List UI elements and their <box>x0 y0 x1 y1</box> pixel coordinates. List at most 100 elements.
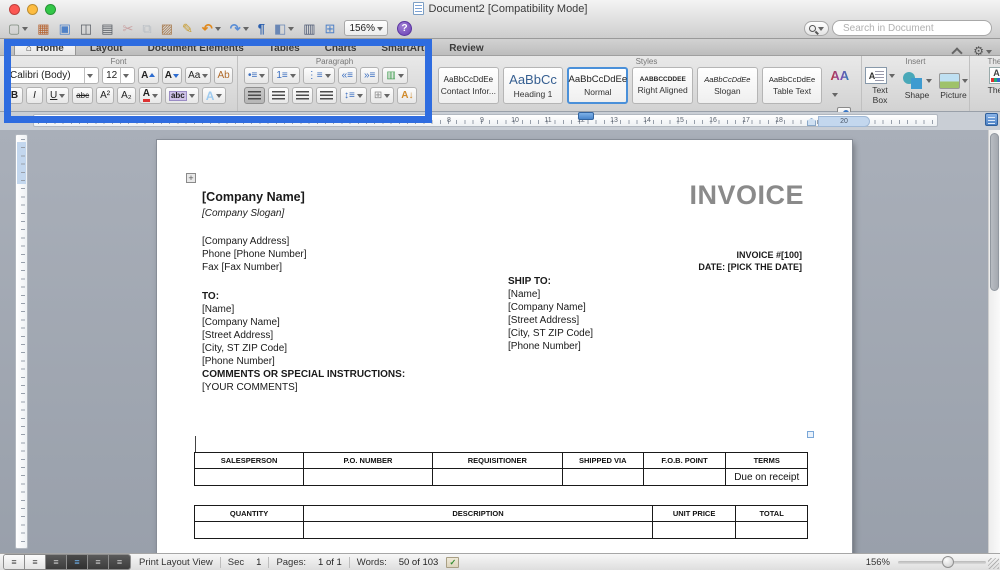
col-salesperson[interactable]: SALESPERSON <box>195 453 304 469</box>
styles-pane-caret-icon[interactable] <box>832 93 838 100</box>
zoom-slider-thumb[interactable] <box>942 556 954 568</box>
focus-view-button[interactable]: ≡ <box>109 555 130 569</box>
font-name-caret-icon[interactable] <box>84 68 95 83</box>
new-document-caret-icon[interactable] <box>22 27 28 34</box>
tab-charts[interactable]: Charts <box>314 41 368 55</box>
share-button[interactable]: ⊞ <box>325 22 336 35</box>
underline-caret-icon[interactable] <box>59 94 65 101</box>
col-po-number[interactable]: P.O. NUMBER <box>304 453 433 469</box>
ship-to-line[interactable]: [Name] <box>508 288 593 301</box>
col-description[interactable]: DESCRIPTION <box>304 506 653 522</box>
increase-indent-button[interactable]: »≡ <box>360 67 379 84</box>
tab-layout[interactable]: Layout <box>79 41 134 55</box>
words-value[interactable]: 50 of 103 <box>399 557 439 568</box>
shape-caret-icon[interactable] <box>926 79 932 86</box>
col-fob-point[interactable]: F.O.B. POINT <box>643 453 726 469</box>
borders-button[interactable]: ⊞ <box>370 87 394 104</box>
columns-caret-icon[interactable] <box>398 74 404 81</box>
ship-to-line[interactable]: [Street Address] <box>508 314 593 327</box>
gear-caret-icon[interactable] <box>986 50 992 57</box>
style-slogan[interactable]: AaBbCcDdEeSlogan <box>697 67 758 104</box>
tab-review[interactable]: Review <box>438 41 494 55</box>
line-spacing-button[interactable]: ↕≡ <box>340 87 367 104</box>
company-address-block[interactable]: [Company Address] Phone [Phone Number] F… <box>202 235 307 274</box>
text-effects-button[interactable]: A <box>202 87 227 104</box>
invoice-title[interactable]: INVOICE <box>689 180 804 211</box>
cell-quantity[interactable] <box>195 522 304 539</box>
ship-to-line[interactable]: [Phone Number] <box>508 340 593 353</box>
text-box-caret-icon[interactable] <box>889 74 895 81</box>
multilevel-caret-icon[interactable] <box>325 74 331 81</box>
ribbon-settings-button[interactable]: ⚙ <box>973 42 992 60</box>
font-size-caret-icon[interactable] <box>120 68 131 83</box>
subscript-button[interactable]: A₂ <box>117 87 136 104</box>
horizontal-ruler[interactable]: 8 9 10 11 12 13 14 15 16 17 18 20 <box>33 114 938 127</box>
strikethrough-button[interactable]: abc <box>72 87 93 104</box>
cell-total[interactable] <box>736 522 808 539</box>
table-selection-handle[interactable] <box>807 431 814 438</box>
col-unit-price[interactable]: UNIT PRICE <box>652 506 735 522</box>
collapse-ribbon-button[interactable] <box>952 47 963 58</box>
underline-button[interactable]: U <box>46 87 69 104</box>
col-shipped-via[interactable]: SHIPPED VIA <box>562 453 643 469</box>
numbering-button[interactable]: 1≡ <box>272 67 299 84</box>
style-normal[interactable]: AaBbCcDdEeNormal <box>567 67 628 104</box>
to-line[interactable]: [City, ST ZIP Code] <box>202 342 405 355</box>
ship-to-block[interactable]: SHIP TO: [Name] [Company Name] [Street A… <box>508 275 593 353</box>
open-button[interactable]: ▣ <box>59 22 71 35</box>
zoom-control[interactable]: 156% <box>344 20 388 36</box>
change-case-button[interactable]: Aa <box>185 67 211 84</box>
cell-unit-price[interactable] <box>652 522 735 539</box>
sort-button[interactable]: A↓ <box>397 87 417 104</box>
style-heading-1[interactable]: AaBbCcHeading 1 <box>503 67 564 104</box>
resize-grip[interactable] <box>988 558 999 569</box>
picture-button[interactable]: Picture <box>939 73 968 100</box>
zoom-window-button[interactable] <box>45 4 56 15</box>
multilevel-list-button[interactable]: ⋮≡ <box>303 67 335 84</box>
col-total[interactable]: TOTAL <box>736 506 808 522</box>
search-caret-icon[interactable] <box>818 27 824 34</box>
redo-button[interactable]: ↷ <box>230 22 249 35</box>
company-fax[interactable]: Fax [Fax Number] <box>202 261 307 274</box>
outline-view-button[interactable]: ≡ <box>25 555 46 569</box>
grow-font-button[interactable]: A <box>138 67 159 84</box>
cell-fob-point[interactable] <box>643 469 726 486</box>
draft-view-button[interactable]: ≡ <box>4 555 25 569</box>
align-right-button[interactable] <box>292 87 313 104</box>
superscript-button[interactable]: A² <box>96 87 114 104</box>
line-items-table[interactable]: QUANTITY DESCRIPTION UNIT PRICE TOTAL <box>194 505 808 539</box>
minimize-button[interactable] <box>27 4 38 15</box>
sidebar-caret-icon[interactable] <box>288 27 294 34</box>
indent-handle[interactable] <box>578 112 594 120</box>
cell-terms[interactable]: Due on receipt <box>726 469 808 486</box>
text-box-button[interactable]: A Text Box <box>865 67 895 105</box>
font-name-combo[interactable]: Calibri (Body) <box>6 67 99 84</box>
search-input[interactable] <box>832 20 992 36</box>
col-terms[interactable]: TERMS <box>726 453 808 469</box>
ship-to-line[interactable]: [City, ST ZIP Code] <box>508 327 593 340</box>
zoom-slider[interactable] <box>898 561 986 564</box>
cell-salesperson[interactable] <box>195 469 304 486</box>
clear-formatting-button[interactable]: Ab <box>214 67 233 84</box>
bullets-caret-icon[interactable] <box>259 74 265 81</box>
company-phone[interactable]: Phone [Phone Number] <box>202 248 307 261</box>
company-slogan[interactable]: [Company Slogan] <box>202 208 284 219</box>
cell-po-number[interactable] <box>304 469 433 486</box>
titlebar[interactable]: Document2 [Compatibility Mode] <box>0 0 1000 17</box>
style-contact-info[interactable]: AaBbCcDdEeContact Infor... <box>438 67 499 104</box>
change-case-caret-icon[interactable] <box>202 74 208 81</box>
zoom-caret-icon[interactable] <box>377 27 383 34</box>
shrink-font-button[interactable]: A <box>162 67 183 84</box>
col-requisitioner[interactable]: REQUISITIONER <box>432 453 562 469</box>
close-button[interactable] <box>9 4 20 15</box>
show-marks-button[interactable]: ¶ <box>258 22 265 35</box>
col-quantity[interactable]: QUANTITY <box>195 506 304 522</box>
print-layout-button[interactable]: ≡ <box>67 555 88 569</box>
style-right-aligned[interactable]: AABBCCDDEERight Aligned <box>632 67 693 104</box>
scrollbar-thumb[interactable] <box>990 133 999 291</box>
format-painter-button[interactable]: ✎ <box>182 22 193 35</box>
to-line[interactable]: [Name] <box>202 303 405 316</box>
cell-shipped-via[interactable] <box>562 469 643 486</box>
tab-home[interactable]: ⌂Home <box>14 40 76 55</box>
font-size-combo[interactable]: 12 <box>102 67 135 84</box>
